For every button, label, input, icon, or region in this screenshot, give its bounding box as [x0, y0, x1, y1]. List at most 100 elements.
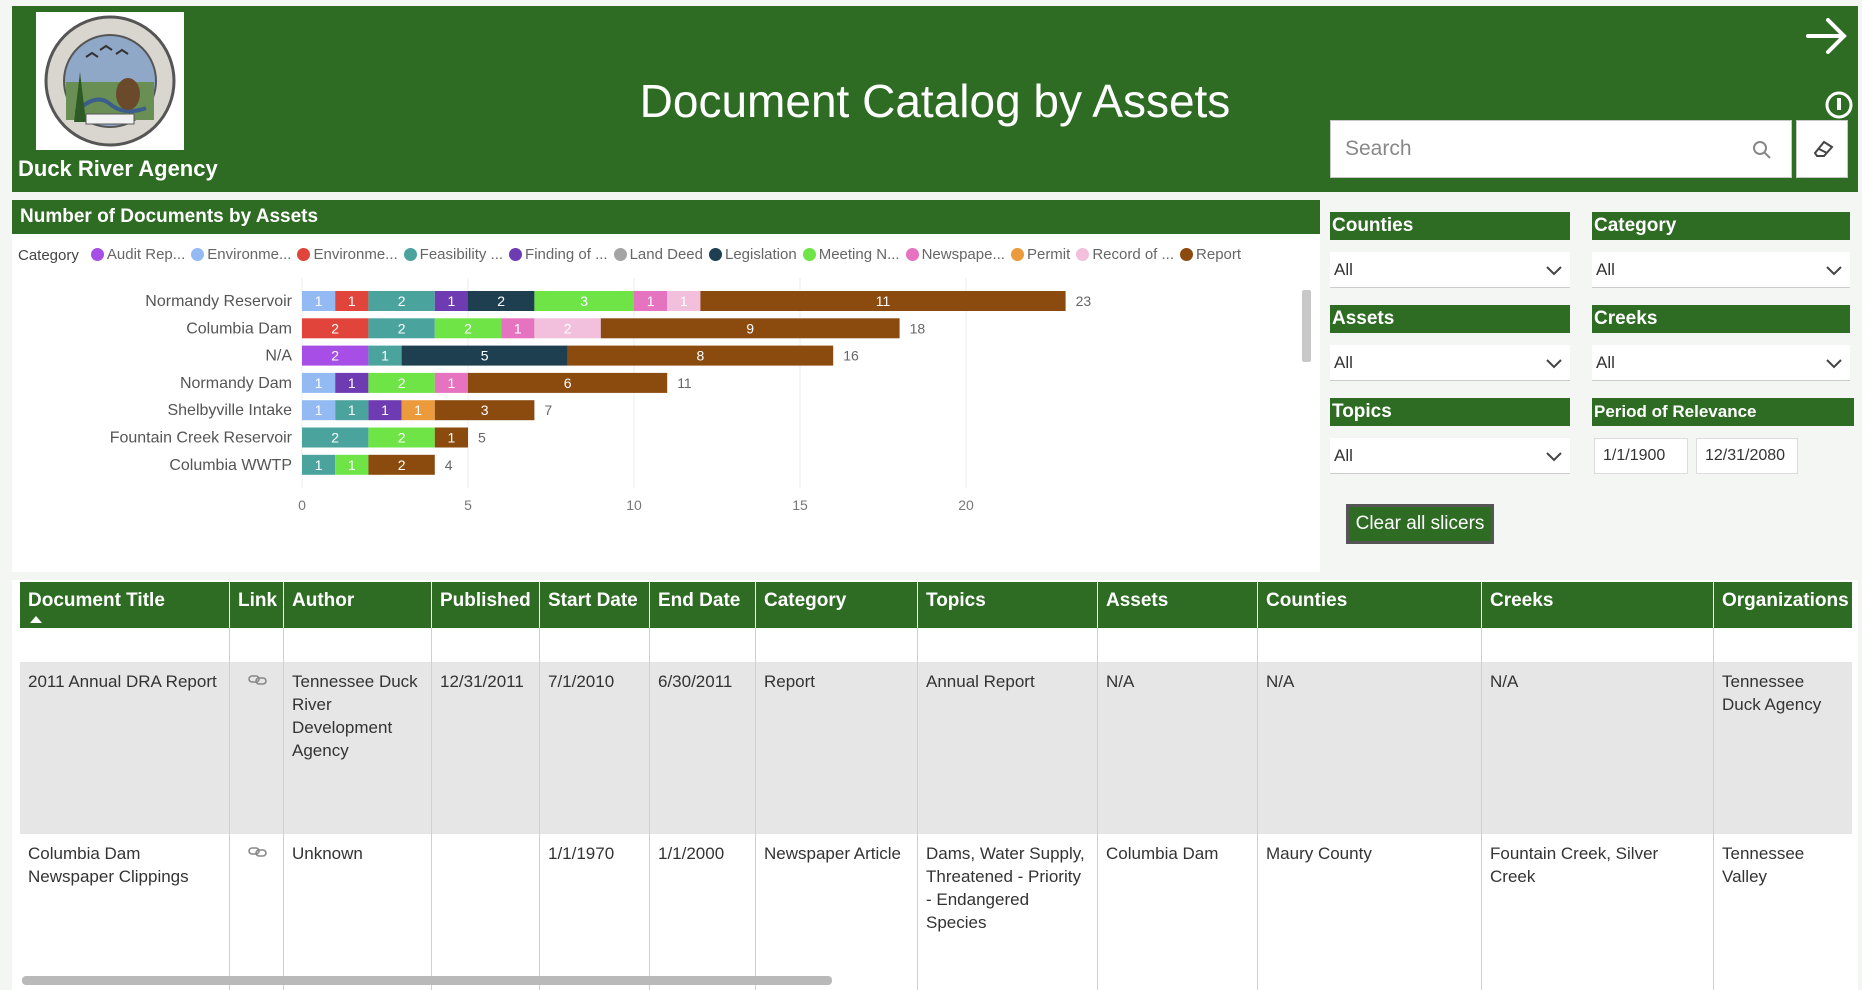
data-label: 1 [647, 293, 655, 309]
legend-item[interactable]: Feasibility ... [403, 246, 504, 263]
legend-marker [802, 248, 816, 261]
data-label: 1 [348, 402, 356, 418]
legend-item[interactable]: Record of ... [1076, 246, 1174, 263]
cell-link [230, 834, 284, 990]
legend-marker [905, 248, 919, 261]
legend-item[interactable]: Environme... [191, 246, 291, 263]
column-header-start-date[interactable]: Start Date [540, 582, 650, 628]
eraser-icon [1813, 140, 1834, 157]
topics-value: All [1334, 446, 1353, 465]
legend-marker [1010, 248, 1024, 261]
cell-topics: Dams, Water Supply, Threatened - Priorit… [918, 834, 1098, 990]
legend-item[interactable]: Audit Rep... [90, 246, 185, 263]
search-box[interactable] [1330, 120, 1792, 178]
data-label: 1 [514, 320, 522, 336]
slicer-assets-label: Assets [1330, 305, 1570, 333]
cell-document-title: Columbia Dam Newspaper Clippings [20, 834, 230, 990]
creeks-dropdown[interactable]: All [1592, 345, 1850, 381]
legend-label: Record of ... [1092, 246, 1175, 263]
data-label: 1 [448, 375, 456, 391]
column-header-counties[interactable]: Counties [1258, 582, 1482, 628]
column-header-end-date[interactable]: End Date [650, 582, 756, 628]
table-header: Document Title Link Author Published Sta… [20, 582, 1852, 628]
legend-label: Feasibility ... [419, 246, 504, 263]
chart-title: Number of Documents by Assets [12, 200, 1320, 234]
category-label: Shelbyville Intake [167, 402, 292, 419]
data-label: 3 [580, 293, 588, 309]
slicer-category-label: Category [1592, 212, 1850, 240]
column-header-author[interactable]: Author [284, 582, 432, 628]
cell-end-date: 1/1/2000 [650, 834, 756, 990]
counties-dropdown[interactable]: All [1330, 252, 1570, 288]
start-date-input[interactable]: 1/1/1900 [1594, 438, 1688, 474]
legend-item[interactable]: Land Deed [613, 246, 703, 263]
legend-item[interactable]: Report [1180, 246, 1241, 263]
cell-assets: Columbia Dam [1098, 834, 1258, 990]
data-label: 1 [315, 293, 323, 309]
link-icon[interactable] [248, 670, 268, 693]
column-header-link[interactable]: Link [230, 582, 284, 628]
column-header-organizations[interactable]: Organizations [1714, 582, 1852, 628]
category-dropdown[interactable]: All [1592, 252, 1850, 288]
table-spacer-row [20, 628, 1852, 662]
total-label: 16 [843, 348, 859, 364]
column-header-creeks[interactable]: Creeks [1482, 582, 1714, 628]
legend-item[interactable]: Permit [1010, 246, 1070, 263]
cell-link [230, 662, 284, 834]
chevron-down-icon [1546, 452, 1562, 462]
slicer-counties: Counties All [1330, 212, 1570, 292]
eraser-button[interactable] [1796, 120, 1848, 178]
data-label: 2 [331, 348, 339, 364]
legend-item[interactable]: Meeting N... [802, 246, 900, 263]
category-label: Columbia WWTP [169, 457, 292, 474]
chart-scrollbar[interactable] [1302, 290, 1311, 362]
data-label: 3 [481, 402, 489, 418]
legend-item[interactable]: Legislation [708, 246, 797, 263]
data-label: 2 [398, 375, 406, 391]
cell-author: Unknown [284, 834, 432, 990]
legend-label: Land Deed [629, 246, 703, 263]
search-input[interactable] [1345, 133, 1745, 165]
arrow-right-icon[interactable] [1802, 10, 1852, 62]
search-icon[interactable] [1751, 139, 1773, 161]
creeks-value: All [1596, 353, 1615, 372]
slicer-counties-label: Counties [1330, 212, 1570, 240]
link-icon[interactable] [248, 842, 268, 865]
clear-all-slicers-button[interactable]: Clear all slicers [1346, 504, 1494, 544]
data-label: 1 [315, 375, 323, 391]
end-date-input[interactable]: 12/31/2080 [1696, 438, 1798, 474]
assets-dropdown[interactable]: All [1330, 345, 1570, 381]
chevron-down-icon [1826, 266, 1842, 276]
topics-dropdown[interactable]: All [1330, 438, 1570, 474]
legend-marker [191, 248, 205, 261]
legend-item[interactable]: Finding of ... [509, 246, 608, 263]
cell-topics: Annual Report [918, 662, 1098, 834]
column-header-category[interactable]: Category [756, 582, 918, 628]
legend-label: Environme... [207, 246, 292, 263]
cell-published [432, 834, 540, 990]
agency-name: Duck River Agency [18, 156, 218, 181]
legend-marker [297, 248, 311, 261]
table-row[interactable]: Columbia Dam Newspaper Clippings Unknown… [20, 834, 1852, 990]
column-header-topics[interactable]: Topics [918, 582, 1098, 628]
legend-item[interactable]: Newspape... [905, 246, 1005, 263]
cell-category: Report [756, 662, 918, 834]
table-row[interactable]: 2011 Annual DRA Report Tennessee Duck Ri… [20, 662, 1852, 834]
data-label: 11 [876, 293, 891, 309]
column-header-document-title[interactable]: Document Title [20, 582, 230, 628]
total-label: 5 [478, 430, 486, 446]
legend-marker [90, 248, 104, 261]
table-horizontal-scrollbar[interactable] [22, 976, 832, 985]
legend-marker [403, 248, 417, 261]
data-label: 1 [315, 457, 323, 473]
x-tick-label: 5 [464, 497, 472, 513]
column-header-published[interactable]: Published [432, 582, 540, 628]
legend-marker [1180, 248, 1194, 261]
counties-value: All [1334, 260, 1353, 279]
total-label: 7 [544, 402, 552, 418]
legend-item[interactable]: Environme... [297, 246, 398, 263]
info-icon[interactable] [1824, 90, 1854, 120]
column-header-assets[interactable]: Assets [1098, 582, 1258, 628]
data-label: 9 [746, 320, 754, 336]
legend-marker [708, 248, 722, 261]
